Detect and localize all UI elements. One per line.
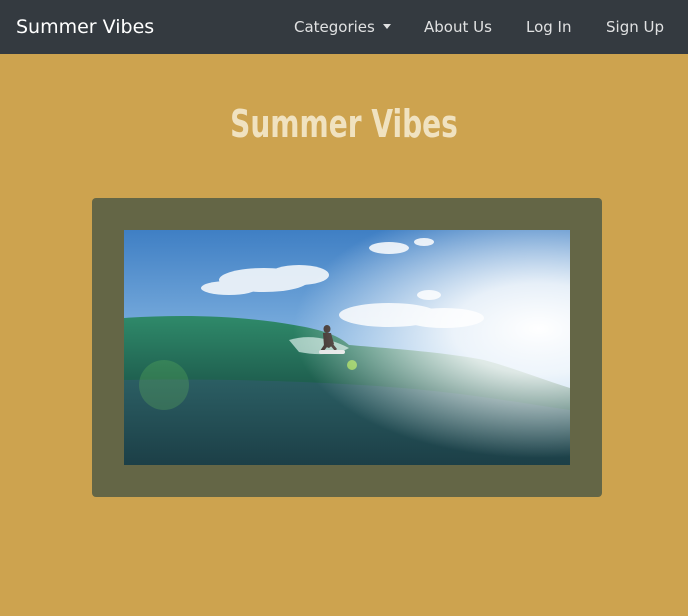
nav-about-us[interactable]: About Us <box>424 16 492 38</box>
nav-categories-dropdown[interactable]: Categories <box>294 16 391 38</box>
surfer-photo <box>124 230 570 465</box>
caret-down-icon <box>382 24 391 29</box>
nav-sign-up[interactable]: Sign Up <box>606 16 664 38</box>
page-title: Summer Vibes <box>230 102 458 146</box>
navbar: Summer Vibes Categories About Us Log In … <box>0 0 688 54</box>
image-frame <box>92 198 602 497</box>
nav-log-in[interactable]: Log In <box>526 16 572 38</box>
brand-link[interactable]: Summer Vibes <box>16 14 154 40</box>
nav-categories-label: Categories <box>294 18 375 36</box>
